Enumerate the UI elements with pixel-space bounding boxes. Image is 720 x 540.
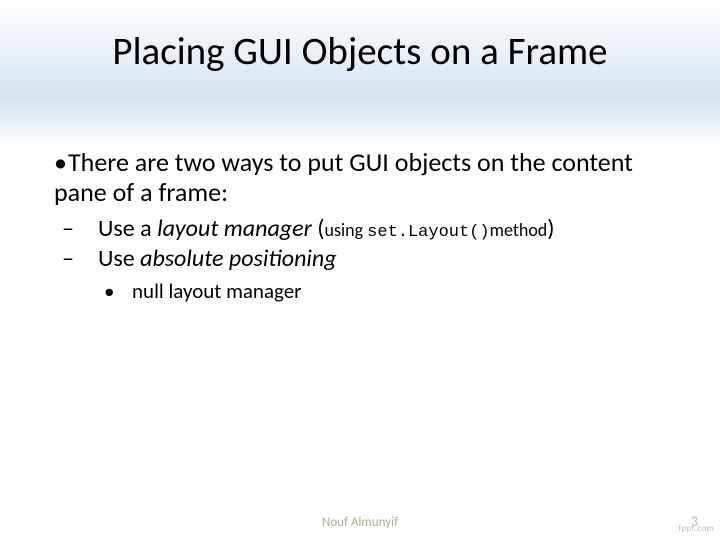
l2a-italic: layout manager	[157, 214, 317, 243]
l2a-using: using	[325, 219, 368, 241]
bullet-level2-b: –Use absolute positioning	[54, 244, 680, 274]
bullet-dot-icon: •	[118, 278, 132, 305]
l2a-method: method	[490, 219, 548, 241]
level2-group: –Use a layout manager (using set.Layout(…	[54, 214, 680, 305]
dash-icon: –	[80, 214, 98, 244]
dash-icon: –	[80, 244, 98, 274]
l2a-close: )	[547, 214, 554, 243]
slide: Placing GUI Objects on a Frame •There ar…	[0, 0, 720, 540]
bullet-level1: •There are two ways to put GUI objects o…	[54, 148, 680, 208]
l2a-open: (	[317, 214, 324, 243]
l2a-code: set.Layout()	[367, 223, 489, 242]
l1-text: There are two ways to put GUI objects on…	[54, 146, 633, 208]
l2a-prefix: Use a	[98, 214, 157, 243]
l2b-prefix: Use	[98, 244, 140, 273]
slide-body: •There are two ways to put GUI objects o…	[54, 148, 680, 305]
footer-author: Nouf Almunyif	[0, 515, 720, 530]
l3-text: null layout manager	[132, 278, 302, 304]
watermark: fppt.com	[678, 523, 714, 534]
bullet-level3: •null layout manager	[54, 278, 680, 305]
l2b-italic: absolute positioning	[140, 244, 336, 273]
bullet-level2-a: –Use a layout manager (using set.Layout(…	[54, 214, 680, 244]
bullet-dot-icon: •	[54, 148, 68, 178]
slide-title: Placing GUI Objects on a Frame	[0, 28, 720, 75]
